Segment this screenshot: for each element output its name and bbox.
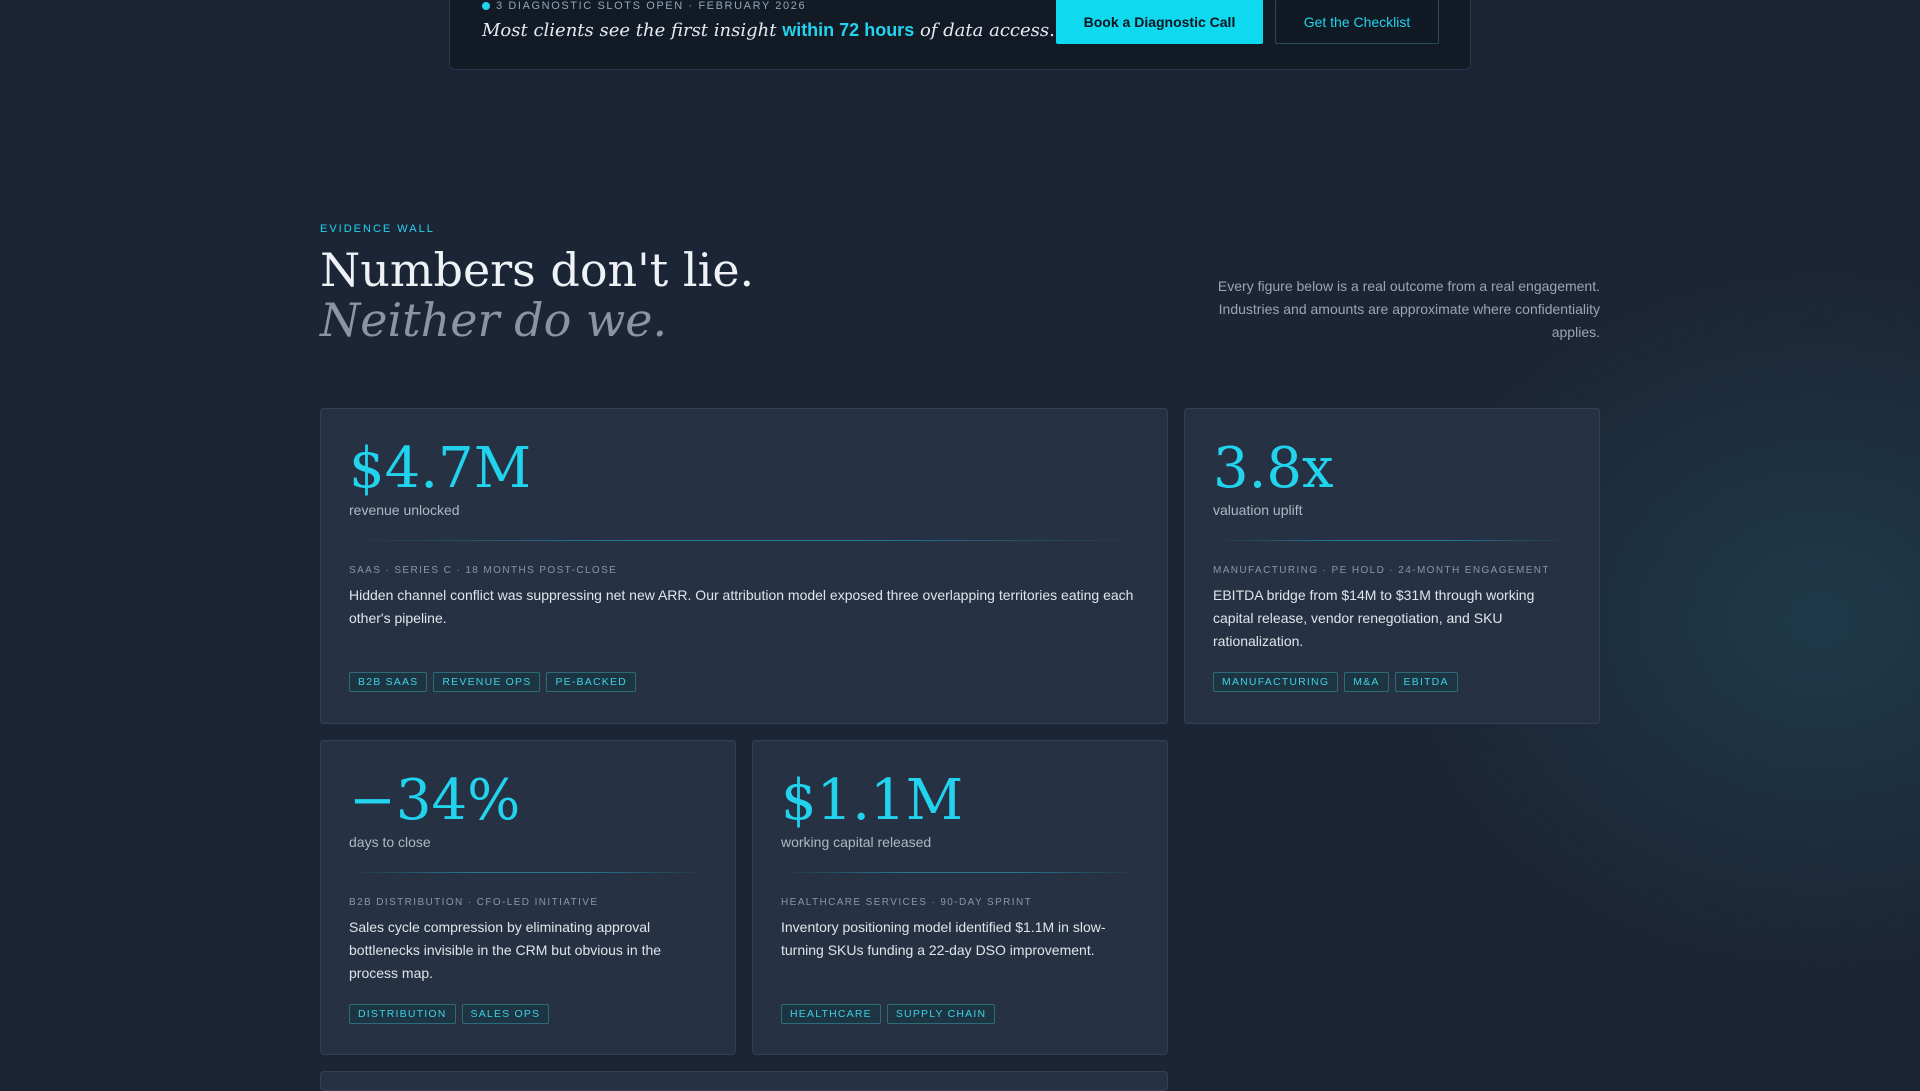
tagline-highlight: within 72 hours [782, 20, 915, 40]
metric-value: 3.8x [1213, 436, 1334, 501]
case-description: EBITDA bridge from $14M to $31M through … [1213, 587, 1535, 649]
tag-list: DISTRIBUTION SALES OPS [349, 1004, 550, 1024]
tagline-pre: Most clients see the first insight [482, 20, 777, 41]
tag: SUPPLY CHAIN [886, 1004, 996, 1024]
card-divider [349, 872, 707, 873]
metric-value: −34% [349, 768, 521, 833]
tag-list: MANUFACTURING M&A EBITDA [1213, 672, 1458, 692]
evidence-card: $4.7M revenue unlocked SAAS · SERIES C ·… [320, 408, 1168, 724]
card-divider [349, 540, 1139, 541]
card-divider [1213, 540, 1571, 541]
case-description: Inventory positioning model identified $… [781, 919, 1106, 958]
engagement-meta: SAAS · SERIES C · 18 MONTHS POST-CLOSE [349, 565, 618, 576]
tag: M&A [1344, 672, 1389, 692]
book-diagnostic-call-button[interactable]: Book a Diagnostic Call [1056, 0, 1263, 44]
tag: B2B SAAS [349, 672, 428, 692]
section-title-italic: Neither do we. [320, 293, 668, 347]
slots-availability: 3 DIAGNOSTIC SLOTS OPEN · FEBRUARY 2026 [482, 0, 806, 12]
evidence-card: $1.1M working capital released HEALTHCAR… [752, 740, 1168, 1055]
card-divider [781, 872, 1139, 873]
case-description: Hidden channel conflict was suppressing … [349, 587, 1134, 626]
tag: MANUFACTURING [1213, 672, 1339, 692]
tag: EBITDA [1394, 672, 1458, 692]
engagement-meta: B2B DISTRIBUTION · CFO-LED INITIATIVE [349, 897, 599, 908]
tag: PE-BACKED [546, 672, 636, 692]
metric-label: revenue unlocked [349, 502, 460, 518]
metric-label: working capital released [781, 834, 932, 850]
get-checklist-button[interactable]: Get the Checklist [1275, 0, 1439, 44]
metric-value: $4.7M [349, 436, 532, 501]
engagement-meta: MANUFACTURING · PE HOLD · 24-MONTH ENGAG… [1213, 565, 1550, 576]
tag: HEALTHCARE [781, 1004, 881, 1024]
tag: DISTRIBUTION [349, 1004, 456, 1024]
evidence-card: −34% days to close B2B DISTRIBUTION · CF… [320, 740, 736, 1055]
next-card-edge [320, 1071, 1168, 1091]
tag: SALES OPS [461, 1004, 550, 1024]
engagement-meta: HEALTHCARE SERVICES · 90-DAY SPRINT [781, 897, 1033, 908]
tag-list: HEALTHCARE SUPPLY CHAIN [781, 1004, 996, 1024]
tag-list: B2B SAAS REVENUE OPS PE-BACKED [349, 672, 636, 692]
metric-label: days to close [349, 834, 431, 850]
metric-value: $1.1M [781, 768, 964, 833]
status-dot-icon [482, 2, 490, 10]
tag: REVENUE OPS [433, 672, 541, 692]
banner-tagline: Most clients see the first insight withi… [482, 20, 1055, 41]
section-title: Numbers don't lie. [320, 243, 755, 297]
metric-label: valuation uplift [1213, 502, 1303, 518]
case-description: Sales cycle compression by eliminating a… [349, 919, 662, 981]
slots-text: 3 DIAGNOSTIC SLOTS OPEN · FEBRUARY 2026 [496, 0, 807, 12]
section-eyebrow: EVIDENCE WALL [320, 223, 435, 235]
diagnostic-banner: 3 DIAGNOSTIC SLOTS OPEN · FEBRUARY 2026 … [449, 0, 1471, 70]
section-intro: Every figure below is a real outcome fro… [1217, 278, 1600, 340]
tagline-post: of data access. [919, 20, 1055, 41]
evidence-card: 3.8x valuation uplift MANUFACTURING · PE… [1184, 408, 1600, 724]
